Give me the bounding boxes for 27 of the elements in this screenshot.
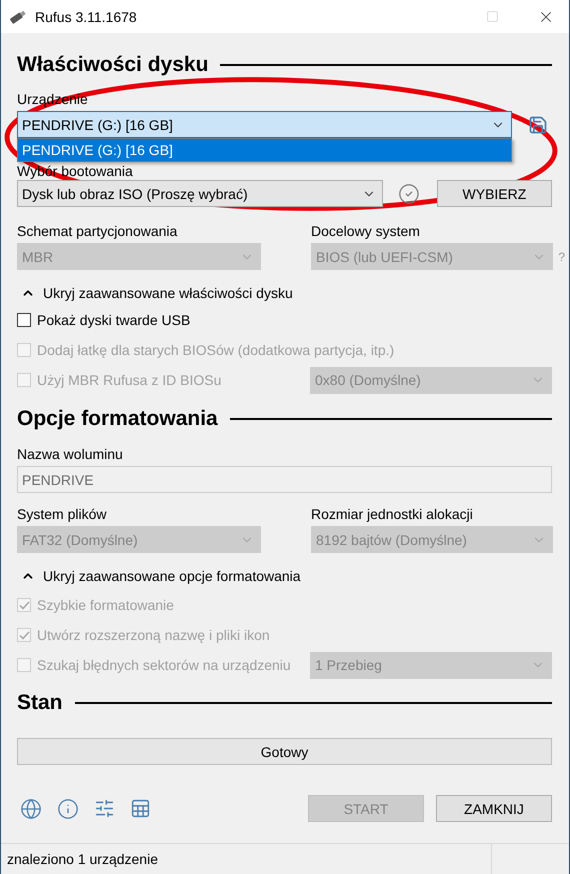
field-label: Nazwa woluminu bbox=[17, 445, 124, 463]
save-icon[interactable] bbox=[528, 114, 548, 134]
window-title: Rufus 3.11.1678 bbox=[35, 8, 138, 24]
field-label: Rozmiar jednostki alokacji bbox=[311, 505, 474, 523]
settings-icon[interactable] bbox=[94, 798, 115, 819]
advanced-toggle[interactable]: Ukryj zaawansowane opcje formatowania bbox=[17, 567, 552, 585]
checkmark-icon bbox=[18, 630, 30, 640]
globe-icon[interactable] bbox=[20, 798, 42, 820]
field-label: Schemat partycjonowania bbox=[17, 222, 178, 240]
status-text: znaleziono 1 urządzenie bbox=[6, 850, 159, 869]
advanced-toggle[interactable]: Ukryj zaawansowane właściwości dysku bbox=[17, 284, 552, 302]
section-heading: Opcje formatowania bbox=[17, 407, 218, 431]
checkbox[interactable]: Pokaż dyski twarde USB bbox=[17, 312, 190, 328]
section-heading: Stan bbox=[17, 691, 63, 715]
dropdown[interactable]: PENDRIVE (G:) [16 GB] bbox=[17, 111, 512, 138]
field-label: System plików bbox=[17, 505, 108, 523]
section-heading: Właściwości dysku bbox=[17, 53, 208, 77]
close-app-button[interactable]: ZAMKNIJ bbox=[436, 795, 552, 822]
info-icon[interactable] bbox=[57, 798, 79, 820]
dropdown[interactable]: Dysk lub obraz ISO (Proszę wybrać) bbox=[17, 180, 383, 207]
usb-drive-icon bbox=[9, 8, 27, 24]
progress-text: Gotowy bbox=[260, 744, 308, 760]
select-button[interactable]: WYBIERZ bbox=[436, 180, 552, 207]
dropdown-option[interactable]: PENDRIVE (G:) [16 GB] bbox=[18, 139, 511, 161]
checkmark-icon bbox=[18, 600, 30, 610]
check-icon[interactable] bbox=[398, 182, 420, 204]
field-label: Docelowy system bbox=[311, 222, 421, 240]
